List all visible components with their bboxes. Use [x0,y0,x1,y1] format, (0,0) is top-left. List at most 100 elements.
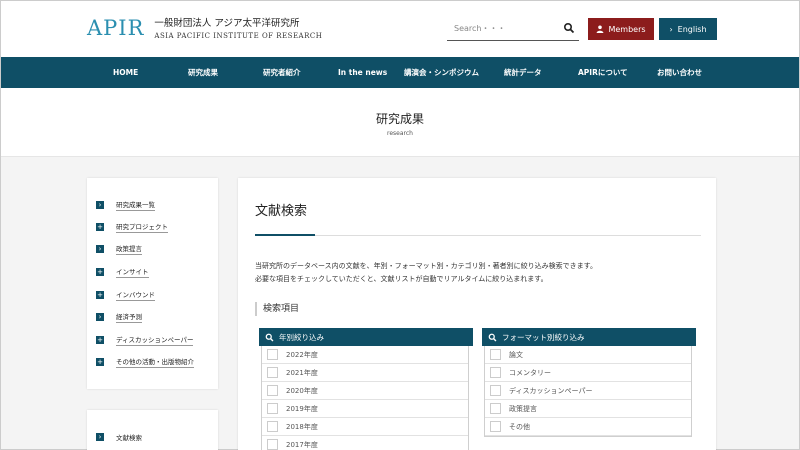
search-icon [265,333,274,341]
sidebar-item-research-list[interactable]: › 研究成果一覧 [96,198,155,212]
year-option-label: 2021年度 [286,368,318,377]
year-option-label: 2019年度 [286,404,318,413]
checkbox[interactable] [267,403,278,414]
logo-mark[interactable]: APIR [87,15,144,41]
sidebar-menu-secondary: › 文献検索 [87,410,218,450]
checkbox[interactable] [267,385,278,396]
format-filter-header: フォーマット別絞り込み [482,328,696,346]
chevron-right-icon: › [96,313,104,321]
sidebar-item-label: 研究プロジェクト [116,223,168,233]
nav-item-symposium[interactable]: 講演会・シンポジウム [404,57,479,88]
description-line-1: 当研究所のデータベース内の文献を、年別・フォーマット別・カテゴリ別・著者別に絞り… [255,262,597,270]
sidebar-item-label: 政策提言 [116,245,142,255]
sidebar-item-policy[interactable]: › 政策提言 [96,242,142,256]
year-option[interactable]: 2020年度 [262,382,468,400]
sidebar-item-literature-search[interactable]: › 文献検索 [96,430,142,444]
year-option-label: 2018年度 [286,422,318,431]
year-option[interactable]: 2022年度 [262,346,468,364]
title-divider [255,235,701,236]
sidebar-item-other-activities[interactable]: + その他の活動・出版物紹介 [96,355,194,369]
checkbox[interactable] [490,385,501,396]
logo-japanese-name: 一般財団法人 アジア太平洋研究所 [154,18,300,29]
checkbox[interactable] [267,439,278,450]
logo-text: 一般財団法人 アジア太平洋研究所 ASIA PACIFIC INSTITUTE … [154,18,322,41]
year-option[interactable]: 2021年度 [262,364,468,382]
description: 当研究所のデータベース内の文献を、年別・フォーマット別・カテゴリ別・著者別に絞り… [255,260,597,286]
year-option-label: 2017年度 [286,440,318,449]
sidebar-item-label: 文献検索 [116,433,142,442]
main-title: 文献検索 [255,204,308,219]
checkbox[interactable] [267,349,278,360]
page-subtitle: research [387,130,413,137]
nav-item-about[interactable]: APIRについて [578,57,628,88]
format-option-label: 論文 [509,350,523,359]
year-filter-header: 年別絞り込み [259,328,473,346]
year-filter-title: 年別絞り込み [279,332,324,342]
year-option-label: 2020年度 [286,386,318,395]
checkbox[interactable] [490,403,501,414]
format-option[interactable]: その他 [485,418,691,436]
search-field[interactable]: Search・・・ [447,19,579,41]
format-filter-title: フォーマット別絞り込み [502,332,585,342]
year-filter: 年別絞り込み 2022年度 2021年度 2020年度 2019年度 2018年… [259,328,473,450]
plus-icon: + [96,223,104,231]
page-title-band: 研究成果 research [1,88,799,157]
year-option[interactable]: 2017年度 [262,436,468,450]
nav-item-home[interactable]: HOME [113,57,138,88]
sidebar-item-research-projects[interactable]: + 研究プロジェクト [96,220,168,234]
checkbox[interactable] [267,421,278,432]
site-header: APIR 一般財団法人 アジア太平洋研究所 ASIA PACIFIC INSTI… [1,1,799,57]
sidebar-item-label: その他の活動・出版物紹介 [116,358,194,368]
sidebar-item-economic-forecast[interactable]: › 経済予測 [96,310,142,324]
sidebar-item-label: ディスカッションペーパー [116,336,194,346]
year-option-label: 2022年度 [286,350,318,359]
user-icon [597,25,604,33]
checkbox[interactable] [490,367,501,378]
sidebar-item-label: インバウンド [116,291,155,301]
chevron-right-icon: › [96,245,104,253]
sidebar-item-discussion-paper[interactable]: + ディスカッションペーパー [96,333,194,347]
plus-icon: + [96,336,104,344]
plus-icon: + [96,358,104,366]
format-option[interactable]: コメンタリー [485,364,691,382]
members-button[interactable]: Members [588,18,654,40]
nav-item-researchers[interactable]: 研究者紹介 [263,57,301,88]
format-option-label: その他 [509,422,530,431]
format-option-label: 政策提言 [509,404,537,413]
checkbox[interactable] [490,349,501,360]
nav-item-statistics[interactable]: 統計データ [504,57,542,88]
chevron-right-icon: › [96,201,104,209]
format-option-label: コメンタリー [509,368,551,377]
format-option[interactable]: 論文 [485,346,691,364]
english-label: English [677,24,707,34]
logo-english-name: ASIA PACIFIC INSTITUTE OF RESEARCH [154,32,323,40]
page-title: 研究成果 [375,112,424,126]
site-logo[interactable]: APIR 一般財団法人 アジア太平洋研究所 ASIA PACIFIC INSTI… [87,15,322,41]
sidebar-menu: › 研究成果一覧 + 研究プロジェクト › 政策提言 + インサイト + インバ… [87,178,218,389]
nav-item-research[interactable]: 研究成果 [188,57,218,88]
nav-item-contact[interactable]: お問い合わせ [657,57,702,88]
search-input[interactable]: Search・・・ [454,23,505,34]
format-filter: フォーマット別絞り込み 論文 コメンタリー ディスカッションペーパー 政策提言 … [482,328,696,437]
title-accent-divider [255,234,315,236]
checkbox[interactable] [490,421,501,432]
format-option[interactable]: ディスカッションペーパー [485,382,691,400]
plus-icon: + [96,268,104,276]
plus-icon: + [96,291,104,299]
chevron-right-icon: › [669,24,673,34]
english-button[interactable]: › English [659,18,717,40]
sidebar-item-label: 研究成果一覧 [116,201,155,211]
nav-item-in-the-news[interactable]: In the news [338,57,387,88]
year-option[interactable]: 2018年度 [262,418,468,436]
search-icon [488,333,497,341]
sidebar-item-label: インサイト [116,268,149,278]
checkbox[interactable] [267,367,278,378]
format-option-label: ディスカッションペーパー [509,386,593,395]
sidebar-item-label: 経済予測 [116,313,142,323]
year-option[interactable]: 2019年度 [262,400,468,418]
members-label: Members [608,24,646,34]
sidebar-item-insight[interactable]: + インサイト [96,265,149,279]
format-option[interactable]: 政策提言 [485,400,691,418]
search-icon[interactable] [563,22,575,34]
sidebar-item-inbound[interactable]: + インバウンド [96,288,155,302]
